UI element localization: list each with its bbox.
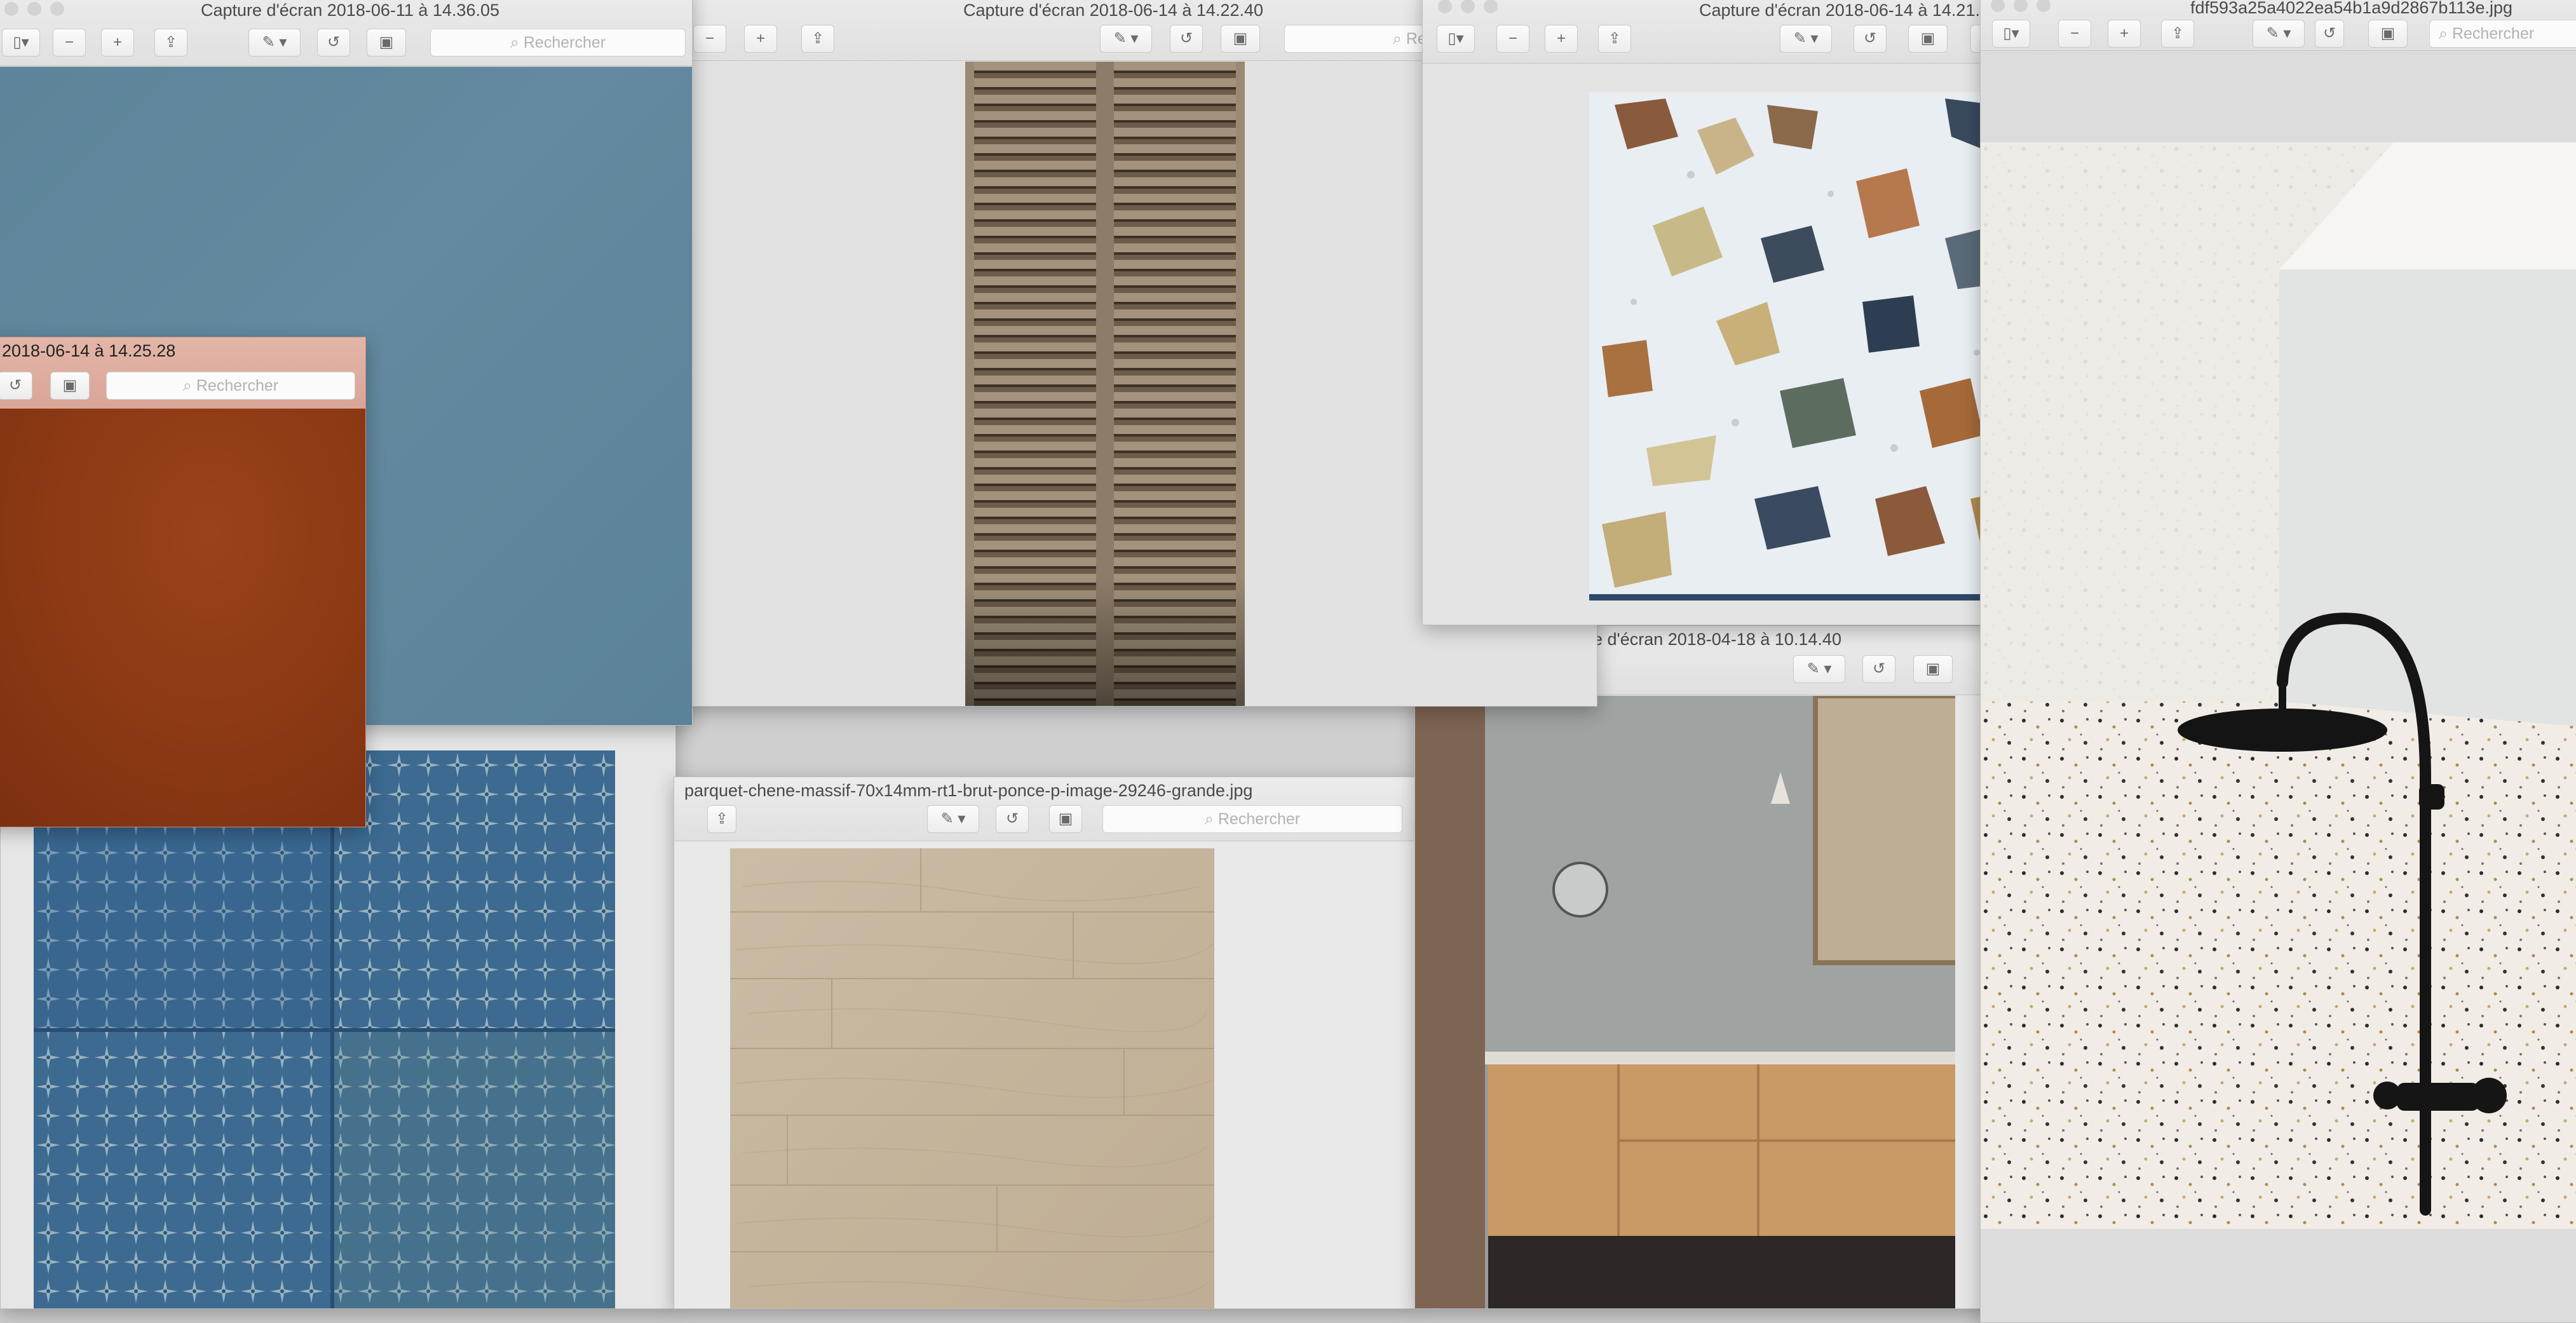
window-controls[interactable] bbox=[1438, 0, 1507, 17]
zoom-out-button[interactable]: − bbox=[693, 25, 726, 53]
window-controls[interactable] bbox=[4, 2, 73, 19]
tiles-image bbox=[34, 750, 615, 1308]
parquet-image bbox=[730, 848, 1214, 1308]
share-button[interactable]: ⇪ bbox=[154, 29, 187, 57]
bathroom-image bbox=[1415, 696, 1955, 1308]
rotate-button[interactable]: ↺ bbox=[2315, 20, 2344, 48]
window-title: e d'écran 2018-04-18 à 10.14.40 bbox=[1593, 630, 1841, 649]
terrazzo-image bbox=[1589, 92, 2033, 600]
toolbox-button[interactable]: ▣ bbox=[1221, 25, 1260, 53]
toolbox-button[interactable]: ▣ bbox=[1913, 655, 1953, 683]
rotate-button[interactable]: ↺ bbox=[1862, 655, 1895, 683]
zoom-button[interactable] bbox=[1484, 0, 1498, 13]
window-title: parquet-chene-massif-70x14mm-rt1-brut-po… bbox=[684, 781, 1253, 800]
search-icon: ⌕ bbox=[1392, 30, 1402, 48]
zoom-in-button[interactable]: + bbox=[2108, 20, 2141, 48]
zoom-button[interactable] bbox=[50, 2, 64, 16]
minimize-button[interactable] bbox=[27, 2, 41, 16]
share-button[interactable]: ⇪ bbox=[707, 805, 736, 833]
zoom-in-button[interactable]: + bbox=[744, 25, 777, 53]
shutters-image bbox=[965, 62, 1245, 706]
markup-button[interactable]: ✎ ▾ bbox=[927, 805, 979, 833]
rotate-button[interactable]: ↺ bbox=[0, 372, 32, 400]
close-button[interactable] bbox=[1991, 0, 2005, 12]
zoom-out-button[interactable]: − bbox=[53, 29, 86, 57]
rotate-button[interactable]: ↺ bbox=[1854, 25, 1887, 53]
toolbox-button[interactable]: ▣ bbox=[2368, 20, 2408, 48]
markup-button[interactable]: ✎ ▾ bbox=[1780, 25, 1832, 53]
markup-button[interactable]: ✎ ▾ bbox=[1793, 655, 1845, 683]
minimize-button[interactable] bbox=[1461, 0, 1475, 13]
window-title: fdf593a25a4022ea54b1a9d2867b113e.jpg bbox=[2190, 0, 2513, 17]
search-icon: ⌕ bbox=[2439, 25, 2448, 43]
zoom-in-button[interactable]: + bbox=[101, 29, 134, 57]
markup-button[interactable]: ✎ ▾ bbox=[1100, 25, 1152, 53]
markup-button[interactable]: ✎ ▾ bbox=[2253, 20, 2305, 48]
zoom-in-button[interactable]: + bbox=[1545, 25, 1578, 53]
leather-image bbox=[0, 409, 365, 827]
zoom-out-button[interactable]: − bbox=[2058, 20, 2091, 48]
rotate-button[interactable]: ↺ bbox=[1170, 25, 1203, 53]
close-button[interactable] bbox=[1438, 0, 1452, 13]
search-field[interactable]: ⌕ Rechercher bbox=[1102, 805, 1402, 833]
shower-image bbox=[1981, 142, 2576, 1229]
window-title: Capture d'écran 2018-06-11 à 14.36.05 bbox=[201, 1, 499, 20]
toolbox-button[interactable]: ▣ bbox=[1049, 805, 1082, 833]
search-field[interactable]: ⌕ Rechercher bbox=[106, 372, 355, 400]
search-icon: ⌕ bbox=[182, 377, 192, 395]
search-field[interactable]: ⌕ Rechercher bbox=[2429, 20, 2576, 48]
rotate-button[interactable]: ↺ bbox=[996, 805, 1029, 833]
close-button[interactable] bbox=[4, 2, 18, 16]
rotate-button[interactable]: ↺ bbox=[317, 29, 350, 57]
window-controls[interactable] bbox=[1991, 0, 2059, 15]
toolbox-button[interactable]: ▣ bbox=[367, 29, 406, 57]
share-button[interactable]: ⇪ bbox=[1598, 25, 1631, 53]
sidebar-button[interactable]: ▯▾ bbox=[1437, 25, 1475, 53]
toolbox-button[interactable]: ▣ bbox=[50, 372, 90, 400]
zoom-button[interactable] bbox=[2037, 0, 2051, 12]
window-parquet[interactable]: parquet-chene-massif-70x14mm-rt1-brut-po… bbox=[674, 777, 1417, 1309]
minimize-button[interactable] bbox=[2014, 0, 2028, 12]
sidebar-button[interactable]: ▯▾ bbox=[1992, 20, 2030, 48]
search-icon: ⌕ bbox=[1204, 810, 1214, 828]
sidebar-button[interactable]: ▯▾ bbox=[2, 29, 40, 57]
search-field[interactable]: ⌕ Rechercher bbox=[430, 29, 686, 57]
share-button[interactable]: ⇪ bbox=[2161, 20, 2194, 48]
toolbox-button[interactable]: ▣ bbox=[1908, 25, 1948, 53]
search-icon: ⌕ bbox=[510, 34, 519, 51]
window-terrazzo[interactable]: Capture d'écran 2018-06-14 à 14.21. ▯▾ −… bbox=[1422, 0, 2033, 625]
window-bathroom[interactable]: e d'écran 2018-04-18 à 10.14.40 ✎ ▾ ↺ ▣ bbox=[1414, 625, 1994, 1309]
window-leather[interactable]: 2018-06-14 à 14.25.28 ↺ ▣ ⌕ Rechercher bbox=[0, 337, 366, 827]
window-shower[interactable]: fdf593a25a4022ea54b1a9d2867b113e.jpg ▯▾ … bbox=[1980, 0, 2576, 1323]
share-button[interactable]: ⇪ bbox=[801, 25, 834, 53]
zoom-out-button[interactable]: − bbox=[1496, 25, 1529, 53]
window-title: 2018-06-14 à 14.25.28 bbox=[2, 341, 176, 360]
markup-button[interactable]: ✎ ▾ bbox=[248, 29, 301, 57]
